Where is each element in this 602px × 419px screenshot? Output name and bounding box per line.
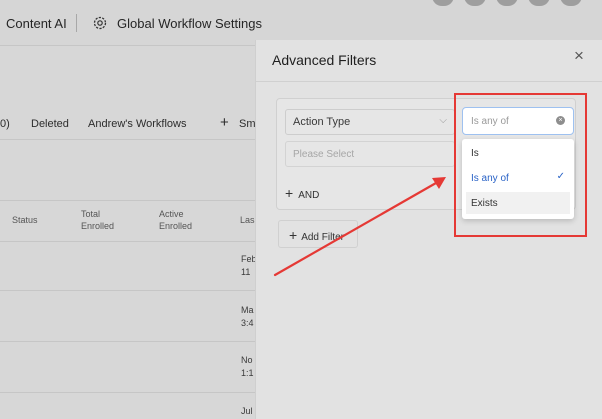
field-select-value: Action Type (293, 116, 351, 128)
and-button[interactable]: + AND (285, 185, 319, 201)
row-divider (0, 341, 255, 342)
avatar[interactable] (432, 0, 454, 6)
close-icon[interactable]: × (571, 46, 587, 66)
divider (76, 14, 77, 32)
row-divider (0, 392, 255, 393)
column-total-enrolled[interactable]: Total Enrolled (81, 208, 114, 232)
column-last[interactable]: Las (240, 214, 255, 226)
column-active-enrolled[interactable]: Active Enrolled (159, 208, 192, 232)
divider (256, 81, 602, 82)
and-label: AND (298, 190, 320, 201)
drawer-title: Advanced Filters (272, 52, 377, 68)
add-filter-label: Add Filter (301, 232, 344, 243)
table-header: Status Total Enrolled Active Enrolled La… (0, 200, 255, 242)
plus-icon[interactable]: + (220, 114, 229, 131)
add-filter-button[interactable]: + Add Filter (278, 220, 358, 248)
tab-andrews-workflows[interactable]: Andrew's Workflows (88, 118, 186, 130)
table-cell: Ma 3:4 (241, 305, 254, 328)
plus-icon: + (285, 185, 294, 201)
row-divider (0, 290, 255, 291)
plus-icon: + (289, 227, 298, 243)
gear-icon (93, 16, 107, 30)
value-select[interactable]: Please Select (285, 141, 455, 167)
content-ai-link[interactable]: Content AI (6, 16, 67, 31)
tab-deleted[interactable]: Deleted (31, 118, 69, 130)
chevron-down-icon: ⌵ (439, 115, 447, 126)
workflow-tabs: 0) Deleted Andrew's Workflows + Sm (0, 112, 256, 140)
avatar[interactable] (528, 0, 550, 6)
avatar[interactable] (560, 0, 582, 6)
tab-smart-fragment[interactable]: Sm (239, 118, 256, 130)
tab-count-fragment[interactable]: 0) (0, 118, 10, 130)
table-cell: Jul (241, 406, 253, 416)
table-cell: No 1:1 (241, 355, 254, 378)
global-workflow-settings-link[interactable]: Global Workflow Settings (117, 16, 262, 31)
value-select-placeholder: Please Select (293, 149, 355, 160)
avatar[interactable] (464, 0, 486, 6)
field-select[interactable]: Action Type ⌵ (285, 109, 455, 135)
annotation-highlight-box (454, 93, 587, 237)
column-status[interactable]: Status (12, 214, 38, 226)
avatar[interactable] (496, 0, 518, 6)
avatar-group (432, 0, 582, 6)
